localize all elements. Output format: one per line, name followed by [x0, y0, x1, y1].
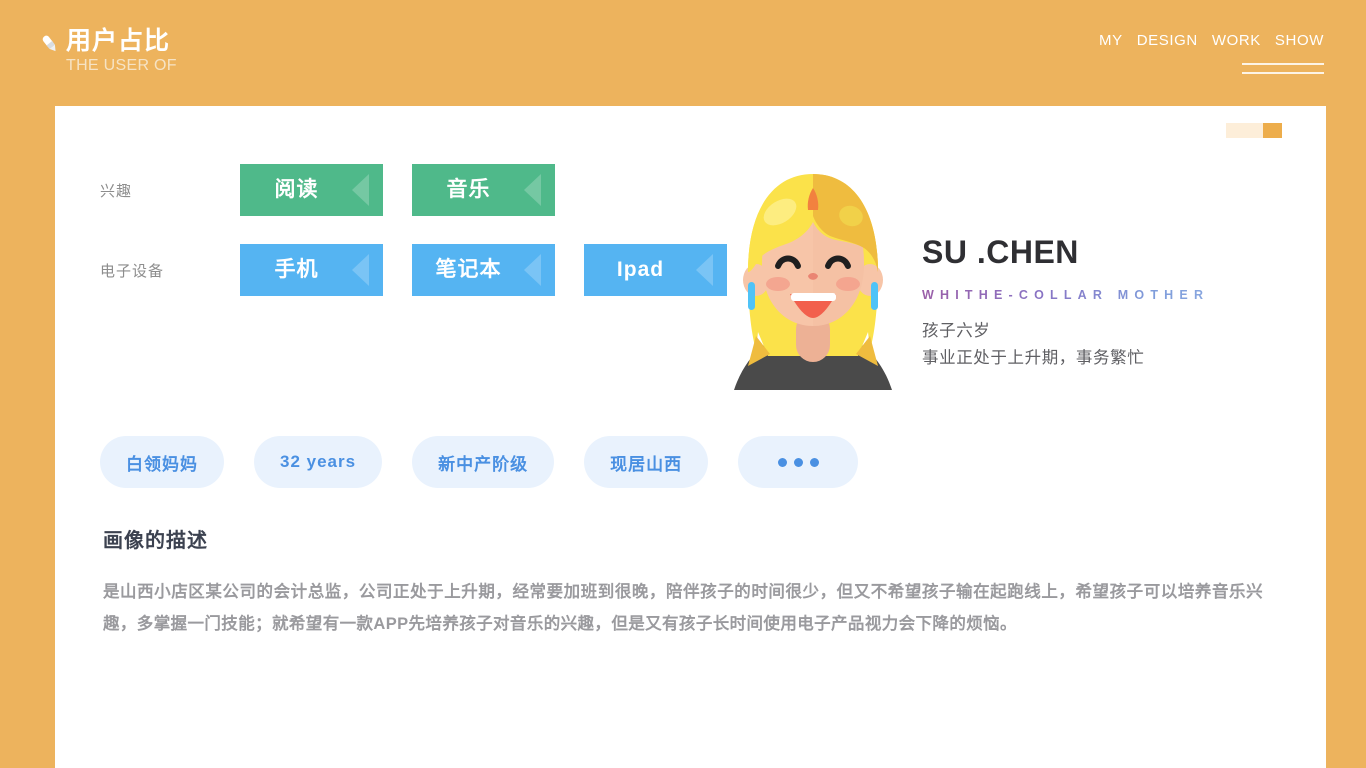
attribute-label-device: 电子设备 — [100, 262, 165, 280]
chevron-left-icon — [524, 174, 541, 206]
main-navigation: MY DESIGN WORK SHOW — [1099, 32, 1324, 74]
progress-indicator — [1226, 123, 1282, 138]
tag-laptop[interactable]: 笔记本 — [412, 244, 555, 296]
nav-item-show[interactable]: SHOW — [1275, 32, 1324, 49]
trait-pill-row: 白领妈妈 32 years 新中产阶级 现居山西 — [100, 436, 888, 488]
pill-location[interactable]: 现居山西 — [584, 436, 709, 488]
progress-segment-light — [1226, 123, 1263, 138]
brand-subtitle: THE USER OF — [66, 57, 177, 74]
pill-age[interactable]: 32 years — [254, 436, 383, 488]
tag-ipad-label: Ipad — [616, 258, 665, 281]
brand-logo: 用户占比 THE USER OF — [40, 27, 177, 76]
pill-more[interactable] — [738, 436, 859, 488]
chevron-left-icon — [352, 174, 369, 206]
tag-phone-label: 手机 — [274, 258, 319, 281]
nav-item-work[interactable]: WORK — [1212, 32, 1261, 49]
chevron-left-icon — [352, 254, 369, 286]
more-dots-icon — [777, 457, 819, 467]
pill-white-collar-mother[interactable]: 白领妈妈 — [100, 436, 224, 488]
description-section: 画像的描述 是山西小店区某公司的会计总监，公司正处于上升期，经常要加班到很晚，陪… — [103, 524, 1263, 640]
brand-text-block: 用户占比 THE USER OF — [66, 27, 177, 76]
pen-nib-icon — [42, 35, 56, 52]
nav-item-design[interactable]: DESIGN — [1137, 32, 1198, 49]
attribute-label-interest: 兴趣 — [100, 182, 133, 200]
attribute-row-device: 电子设备 手机 笔记本 Ipad — [100, 244, 756, 296]
pill-middle-class[interactable]: 新中产阶级 — [412, 436, 555, 488]
description-body: 是山西小店区某公司的会计总监，公司正处于上升期，经常要加班到很晚，陪伴孩子的时间… — [103, 583, 1263, 633]
person-notes: 孩子六岁 事业正处于上升期，事务繁忙 — [922, 318, 1322, 372]
person-note-career: 事业正处于上升期，事务繁忙 — [922, 349, 1145, 367]
dot — [809, 457, 819, 467]
person-name: SU .CHEN — [922, 234, 1079, 270]
nav-item-list: MY DESIGN WORK SHOW — [1099, 32, 1324, 49]
brand-title: 用户占比 — [66, 27, 171, 55]
tag-list-device: 手机 笔记本 Ipad — [240, 244, 756, 296]
person-role: WHITHE-COLLAR MOTHER — [922, 288, 1322, 302]
tag-music[interactable]: 音乐 — [412, 164, 555, 216]
user-avatar-illustration — [734, 174, 892, 390]
tag-reading-label: 阅读 — [274, 178, 319, 201]
tag-phone[interactable]: 手机 — [240, 244, 383, 296]
nav-rule-lower — [1242, 72, 1324, 74]
chevron-left-icon — [696, 254, 713, 286]
chevron-left-icon — [524, 254, 541, 286]
nav-item-my[interactable]: MY — [1099, 32, 1123, 49]
tag-ipad[interactable]: Ipad — [584, 244, 727, 296]
tag-list-interest: 阅读 音乐 — [240, 164, 584, 216]
tag-music-label: 音乐 — [446, 178, 491, 201]
tag-reading[interactable]: 阅读 — [240, 164, 383, 216]
progress-segment-dark — [1263, 123, 1282, 138]
identity-block: SU .CHEN WHITHE-COLLAR MOTHER 孩子六岁 事业正处于… — [922, 234, 1322, 372]
tag-laptop-label: 笔记本 — [435, 258, 502, 281]
profile-card: 兴趣 阅读 音乐 电子设备 手机 笔记本 Ipad SU .CHEN WHITH… — [55, 106, 1326, 768]
nav-rule-upper — [1242, 63, 1324, 65]
dot — [777, 457, 787, 467]
page-header: 用户占比 THE USER OF MY DESIGN WORK SHOW — [0, 0, 1366, 106]
nav-decorative-rules — [1099, 63, 1324, 74]
attribute-row-interest: 兴趣 阅读 音乐 — [100, 164, 584, 216]
dot — [793, 457, 803, 467]
description-heading: 画像的描述 — [103, 528, 208, 552]
person-note-child-age: 孩子六岁 — [922, 322, 991, 340]
